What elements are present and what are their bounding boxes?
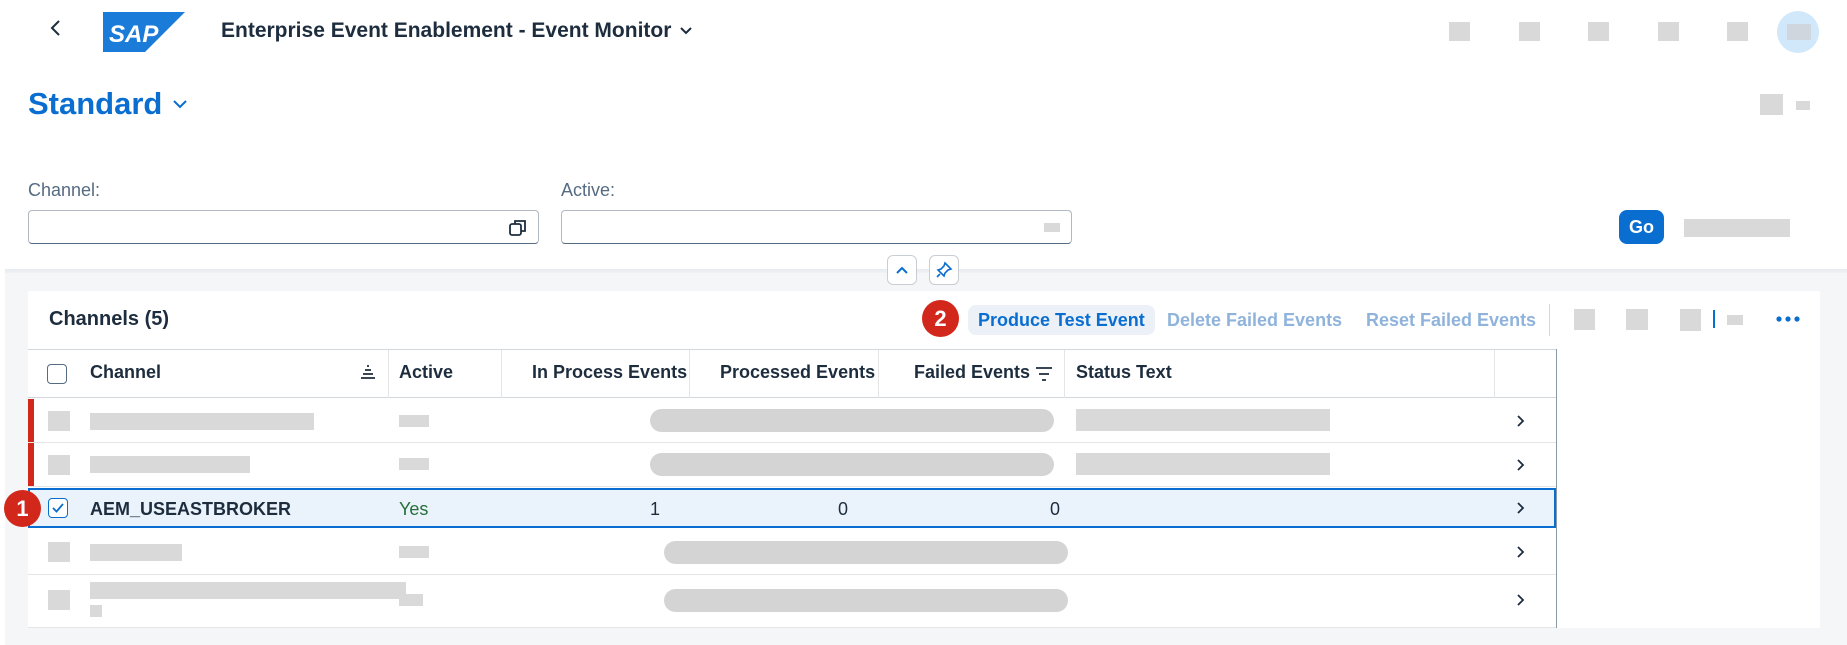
- column-status-text[interactable]: Status Text: [1076, 362, 1172, 383]
- chevron-up-icon: [896, 266, 908, 274]
- pin-header-button[interactable]: [929, 255, 959, 285]
- collapse-header-button[interactable]: [887, 255, 917, 285]
- redacted-channel: [90, 413, 314, 430]
- sort-ascending-icon: [361, 365, 375, 379]
- overflow-icon[interactable]: [1776, 313, 1800, 325]
- failed-cell: 0: [1049, 499, 1060, 519]
- svg-text:SAP: SAP: [109, 21, 159, 48]
- avatar[interactable]: [1777, 11, 1819, 53]
- redacted-channel: [90, 544, 182, 561]
- redacted-channel: [90, 456, 250, 473]
- active-label: Active:: [561, 180, 616, 200]
- step-badge: 2: [922, 300, 959, 337]
- table-right-border: [1556, 349, 1557, 628]
- active-select[interactable]: [561, 210, 1072, 244]
- export-icon[interactable]: [1727, 315, 1743, 325]
- go-button[interactable]: Go: [1619, 210, 1664, 244]
- table-row[interactable]: [28, 443, 1556, 487]
- reset-failed-events-button[interactable]: Reset Failed Events: [1366, 305, 1536, 335]
- back-icon[interactable]: [44, 16, 68, 40]
- dropdown-icon[interactable]: [1044, 223, 1060, 232]
- chevron-right-icon[interactable]: [1513, 590, 1527, 610]
- chevron-down-icon: [680, 27, 693, 35]
- active-cell: Yes: [399, 499, 429, 519]
- channel-cell: AEM_USEASTBROKER: [90, 499, 292, 519]
- chevron-right-icon[interactable]: [1513, 542, 1527, 562]
- processed-cell: 0: [837, 499, 848, 519]
- shell-action-icon[interactable]: [1519, 22, 1540, 41]
- chevron-right-icon[interactable]: [1513, 498, 1527, 518]
- filter-icon: [1036, 367, 1052, 381]
- redacted-status: [1076, 409, 1330, 431]
- column-active[interactable]: Active: [399, 362, 453, 383]
- table-row-selected[interactable]: AEM_USEASTBROKER Yes 1 0 0: [28, 488, 1556, 528]
- checkmark-icon: [52, 503, 64, 513]
- shell-action-icon[interactable]: [1449, 22, 1470, 41]
- redacted-active: [399, 458, 429, 470]
- settings-icon[interactable]: [1680, 309, 1701, 331]
- more-icon[interactable]: [1796, 101, 1810, 110]
- share-icon[interactable]: [1760, 94, 1783, 115]
- chevron-right-icon[interactable]: [1513, 455, 1527, 475]
- row-checkbox-checked[interactable]: [48, 498, 68, 518]
- table-row[interactable]: [28, 575, 1556, 628]
- redacted-channel: [90, 605, 102, 617]
- table-row[interactable]: [28, 399, 1556, 443]
- error-indicator: [28, 443, 34, 486]
- redacted-counts: [664, 589, 1068, 612]
- redacted-channel: [90, 582, 406, 599]
- app-title: Enterprise Event Enablement - Event Moni…: [221, 19, 672, 42]
- channel-label: Channel:: [28, 180, 101, 200]
- redacted-active: [399, 546, 429, 558]
- redacted-counts: [664, 541, 1068, 564]
- variant-selector[interactable]: Standard: [28, 86, 188, 122]
- in-process-cell: 1: [649, 499, 660, 519]
- step-badge: 1: [4, 490, 41, 527]
- shell-action-icon[interactable]: [1727, 22, 1748, 41]
- table-title: Channels (5): [49, 308, 170, 330]
- channel-field[interactable]: [28, 210, 539, 244]
- shell-action-icon[interactable]: [1658, 22, 1679, 41]
- row-checkbox[interactable]: [48, 590, 70, 610]
- variant-name: Standard: [28, 86, 163, 121]
- table-row[interactable]: [28, 530, 1556, 575]
- table-header-row: Channel Active In Process Events Process…: [28, 349, 1556, 398]
- redacted-status: [1076, 453, 1330, 475]
- column-channel[interactable]: Channel: [90, 362, 161, 383]
- redacted-active: [399, 415, 429, 427]
- column-in-process-events[interactable]: In Process Events: [532, 362, 687, 383]
- redacted-counts: [650, 453, 1054, 476]
- row-checkbox[interactable]: [48, 411, 70, 431]
- toolbar-separator: [1713, 310, 1715, 328]
- column-processed-events[interactable]: Processed Events: [720, 362, 875, 383]
- error-indicator: [28, 399, 34, 442]
- produce-test-event-button[interactable]: Produce Test Event: [968, 305, 1155, 335]
- chevron-down-icon: [173, 100, 188, 109]
- delete-failed-events-button[interactable]: Delete Failed Events: [1167, 305, 1342, 335]
- app-title-menu[interactable]: Enterprise Event Enablement - Event Moni…: [221, 19, 693, 43]
- chevron-right-icon[interactable]: [1513, 411, 1527, 431]
- toolbar-separator: [1549, 304, 1550, 336]
- redacted-active: [399, 594, 423, 606]
- sap-logo: SAP: [103, 12, 185, 52]
- sort-icon[interactable]: [1574, 309, 1595, 330]
- shell-action-icon[interactable]: [1588, 22, 1609, 41]
- pin-icon: [936, 261, 953, 278]
- select-all-checkbox[interactable]: [47, 364, 67, 384]
- row-checkbox[interactable]: [48, 542, 70, 562]
- redacted-counts: [650, 409, 1054, 432]
- row-checkbox[interactable]: [48, 455, 70, 475]
- value-help-icon[interactable]: [508, 218, 528, 238]
- column-failed-events[interactable]: Failed Events: [914, 362, 1030, 383]
- adapt-filters-button[interactable]: [1684, 219, 1790, 237]
- group-icon[interactable]: [1626, 309, 1648, 330]
